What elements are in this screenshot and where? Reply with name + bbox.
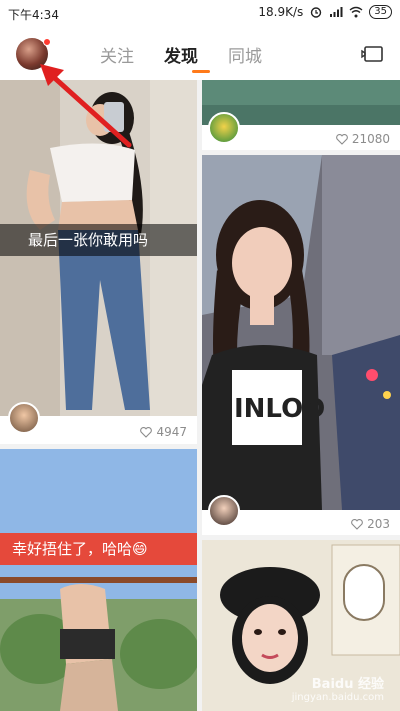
discover-feed[interactable]: 最后一张你敢用吗 4947 21080 INLOO 203 幸好捂住了，哈哈😄 …	[0, 80, 400, 711]
tab-discover[interactable]: 发现	[164, 42, 198, 67]
watermark-title: Baidu 经验	[311, 677, 384, 692]
video-caption: 最后一张你敢用吗	[0, 224, 197, 256]
video-card[interactable]: INLOO 203	[202, 155, 400, 535]
like-count[interactable]: 4947	[140, 425, 187, 439]
svg-text:INLOO: INLOO	[234, 394, 325, 424]
video-card[interactable]: 21080	[202, 80, 400, 150]
heart-icon	[140, 426, 153, 438]
annotation-arrow	[40, 64, 132, 148]
tab-nearby[interactable]: 同城	[228, 42, 262, 67]
watermark: Baidu 经验 jingyan.baidu.com	[292, 673, 384, 703]
battery-indicator: 35	[369, 5, 392, 19]
heart-icon	[351, 518, 363, 530]
status-bar: 下午4:34 18.9K/s 35	[0, 0, 400, 28]
active-tab-indicator	[192, 70, 210, 73]
watermark-url: jingyan.baidu.com	[291, 692, 384, 703]
network-speed: 18.9K/s	[258, 5, 304, 19]
author-avatar[interactable]	[208, 112, 240, 144]
author-avatar[interactable]	[8, 402, 40, 434]
status-time: 下午4:34	[8, 8, 59, 22]
like-count[interactable]: 203	[351, 517, 390, 531]
video-caption: 幸好捂住了，哈哈😄	[0, 533, 197, 565]
like-count-text: 4947	[156, 425, 187, 439]
alarm-icon	[309, 6, 323, 18]
notification-dot	[43, 38, 51, 46]
author-avatar[interactable]	[208, 495, 240, 527]
video-card[interactable]: 幸好捂住了，哈哈😄	[0, 449, 197, 711]
heart-icon	[335, 133, 348, 145]
signal-icon	[329, 6, 343, 18]
video-thumbnail: INLOO	[202, 155, 400, 510]
like-count-text: 21080	[351, 132, 390, 146]
like-count[interactable]: 21080	[335, 132, 390, 146]
status-indicators: 18.9K/s 35	[258, 5, 392, 19]
cast-icon[interactable]	[360, 44, 384, 64]
wifi-icon	[349, 6, 363, 18]
video-thumbnail	[0, 449, 197, 711]
like-count-text: 203	[367, 517, 390, 531]
